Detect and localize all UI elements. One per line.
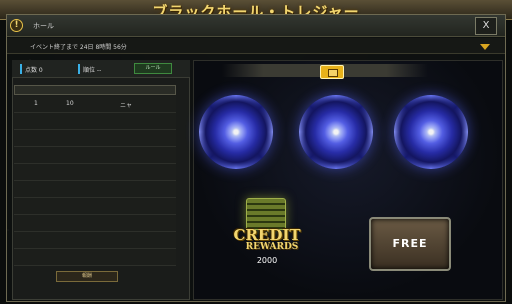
- tab-label: ホール: [33, 22, 54, 30]
- table-row: 1 10 ニャ: [14, 96, 176, 113]
- table-row: [14, 147, 176, 164]
- rank-label: 順位 --: [83, 67, 102, 74]
- credit-rewards: CREDIT REWARDS 2000: [222, 198, 312, 278]
- event-remaining-text: イベント終了まで 24日 8時間 56分: [30, 44, 127, 51]
- table-row: [14, 198, 176, 215]
- table-row: [14, 249, 176, 266]
- table-row: [14, 215, 176, 232]
- ranking-header: [14, 85, 176, 95]
- close-button[interactable]: X: [475, 17, 497, 35]
- blackhole-icon[interactable]: [299, 95, 373, 169]
- rank-cell: 1: [34, 100, 38, 107]
- table-row: [14, 130, 176, 147]
- table-row: [14, 181, 176, 198]
- rules-button[interactable]: ルール: [134, 63, 172, 74]
- credit-amount: 2000: [256, 256, 278, 265]
- treasure-chest-icon[interactable]: [320, 65, 344, 79]
- chevron-down-icon[interactable]: [480, 44, 490, 50]
- points-cell: 10: [66, 100, 74, 107]
- info-icon[interactable]: !: [10, 19, 23, 32]
- table-row: [14, 113, 176, 130]
- blackhole-icon[interactable]: [394, 95, 468, 169]
- rank-indicator: [78, 64, 80, 74]
- player-name-cell: ニャ: [120, 102, 133, 109]
- points-indicator: [20, 64, 22, 74]
- points-label: 点数 0: [25, 67, 43, 74]
- blackhole-icon[interactable]: [199, 95, 273, 169]
- header-row: [7, 15, 505, 37]
- free-button[interactable]: FREE: [369, 217, 451, 271]
- table-row: [14, 232, 176, 249]
- rewards-title: REWARDS: [245, 242, 299, 252]
- table-row: [14, 164, 176, 181]
- reward-button[interactable]: 報酬: [56, 271, 118, 282]
